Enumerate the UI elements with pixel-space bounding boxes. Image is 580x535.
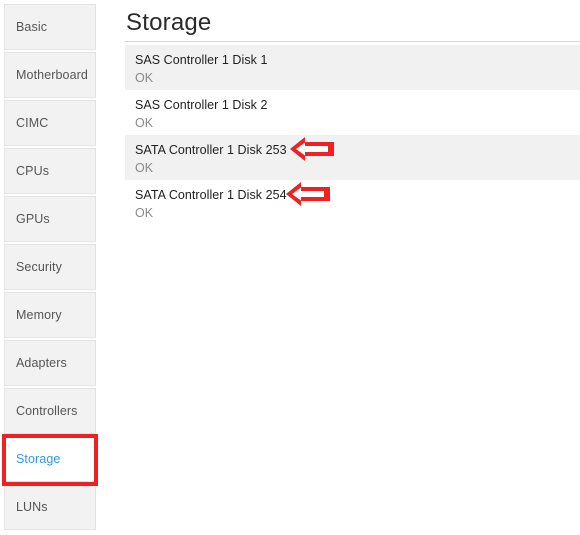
device-name: SATA Controller 1 Disk 254	[135, 188, 287, 202]
left-arrow-annotation-icon	[286, 182, 330, 206]
sidebar-item-label: CPUs	[16, 164, 50, 178]
sidebar-item-label: Security	[16, 260, 62, 274]
device-status: OK	[135, 161, 154, 175]
device-name: SAS Controller 1 Disk 2	[135, 98, 268, 112]
sidebar-item-security[interactable]: Security	[4, 244, 96, 290]
content-pane: Storage SAS Controller 1 Disk 1 OK SAS Con…	[118, 0, 580, 535]
sidebar-item-gpus[interactable]: GPUs	[4, 196, 96, 242]
title-divider	[125, 41, 580, 42]
sidebar-item-label: Adapters	[16, 356, 67, 370]
device-status: OK	[135, 206, 154, 220]
sidebar-item-cimc[interactable]: CIMC	[4, 100, 96, 146]
sidebar-item-storage[interactable]: Storage	[4, 436, 96, 482]
device-name: SAS Controller 1 Disk 1	[135, 53, 268, 67]
sidebar-item-label: Motherboard	[16, 68, 88, 82]
sidebar-item-label: LUNs	[16, 500, 48, 514]
sidebar-item-cpus[interactable]: CPUs	[4, 148, 96, 194]
sidebar-item-controllers[interactable]: Controllers	[4, 388, 96, 434]
device-status: OK	[135, 116, 154, 130]
storage-device-row[interactable]: SAS Controller 1 Disk 2 OK	[125, 90, 580, 135]
page-title: Storage	[126, 9, 212, 36]
storage-device-row[interactable]: SATA Controller 1 Disk 253 OK	[125, 135, 580, 180]
sidebar-item-label: Storage	[16, 452, 61, 466]
sidebar-item-adapters[interactable]: Adapters	[4, 340, 96, 386]
sidebar-item-basic[interactable]: Basic	[4, 4, 96, 50]
sidebar-item-motherboard[interactable]: Motherboard	[4, 52, 96, 98]
sidebar-item-label: GPUs	[16, 212, 50, 226]
inventory-storage-page: Basic Motherboard CIMC CPUs GPUs Security Memo…	[0, 0, 580, 535]
category-sidebar: Basic Motherboard CIMC CPUs GPUs Security Memo…	[0, 0, 118, 535]
sidebar-item-memory[interactable]: Memory	[4, 292, 96, 338]
storage-device-row[interactable]: SAS Controller 1 Disk 1 OK	[125, 45, 580, 90]
storage-device-row[interactable]: SATA Controller 1 Disk 254 OK	[125, 180, 580, 225]
device-name: SATA Controller 1 Disk 253	[135, 143, 287, 157]
left-arrow-annotation-icon	[290, 137, 334, 161]
sidebar-item-label: Controllers	[16, 404, 78, 418]
storage-device-list: SAS Controller 1 Disk 1 OK SAS Controller …	[125, 45, 580, 225]
sidebar-item-luns[interactable]: LUNs	[4, 484, 96, 530]
sidebar-item-label: CIMC	[16, 116, 49, 130]
sidebar-item-label: Basic	[16, 20, 48, 34]
device-status: OK	[135, 71, 154, 85]
sidebar-item-label: Memory	[16, 308, 62, 322]
